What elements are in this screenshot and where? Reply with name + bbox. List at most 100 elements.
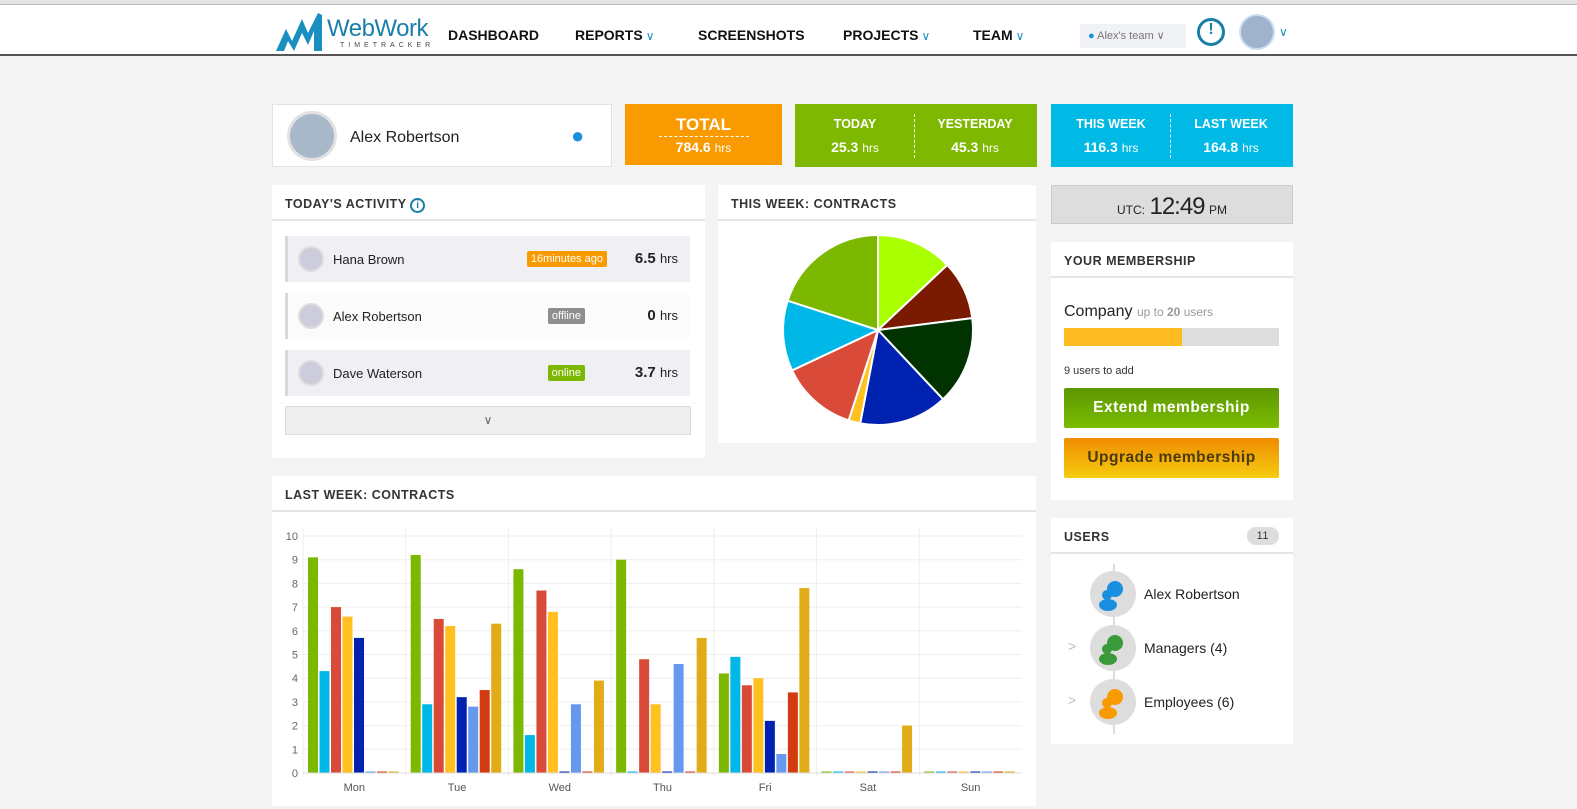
- bar[interactable]: [319, 671, 330, 773]
- membership-progress: [1064, 328, 1279, 346]
- bar[interactable]: [741, 685, 752, 773]
- bar[interactable]: [696, 637, 707, 773]
- unit: hrs: [982, 141, 999, 155]
- extend-membership-button[interactable]: Extend membership: [1064, 388, 1279, 428]
- bar[interactable]: [410, 554, 421, 773]
- hours-unit: hrs: [659, 251, 678, 266]
- yesterday-label: YESTERDAY: [937, 117, 1013, 131]
- y-tick-label: 1: [292, 744, 298, 756]
- bar[interactable]: [433, 618, 444, 773]
- nav-projects[interactable]: PROJECTS ∨: [843, 27, 930, 43]
- limit-pre: up to: [1136, 305, 1164, 319]
- bar[interactable]: [308, 557, 318, 773]
- limit-post: users: [1183, 305, 1214, 319]
- logo-subtitle: TIMETRACKER: [340, 42, 435, 49]
- panel-header: THIS WEEK: CONTRACTS: [718, 185, 1036, 221]
- hours: 0 hrs: [608, 307, 678, 324]
- bar[interactable]: [468, 706, 479, 773]
- bar[interactable]: [639, 659, 650, 773]
- nav-reports[interactable]: REPORTS ∨: [575, 27, 654, 43]
- bar[interactable]: [570, 704, 581, 773]
- y-tick-label: 6: [292, 626, 298, 638]
- bar[interactable]: [524, 735, 535, 773]
- team-selector[interactable]: ● Alex's team ∨: [1080, 24, 1186, 48]
- panel-title: TODAY'S ACTIVITY: [285, 197, 407, 211]
- y-tick-label: 8: [292, 578, 298, 590]
- profile-avatar: [287, 111, 337, 161]
- users-tree-item[interactable]: > Employees (6): [1068, 679, 1290, 725]
- bar[interactable]: [650, 704, 661, 773]
- today-yesterday-card: TODAY 25.3 hrs YESTERDAY 45.3 hrs: [795, 104, 1037, 167]
- bar[interactable]: [331, 607, 341, 773]
- unit: hrs: [714, 141, 732, 155]
- bar[interactable]: [593, 680, 604, 773]
- bar[interactable]: [673, 663, 684, 773]
- bar[interactable]: [445, 626, 456, 773]
- expand-activity-button[interactable]: ∨: [285, 406, 691, 435]
- info-icon[interactable]: i: [410, 198, 426, 213]
- logo-text[interactable]: WebWork: [327, 15, 428, 43]
- users-to-add: 9 users to add: [1064, 365, 1134, 377]
- activity-row[interactable]: Alex Robertson offline 0 hrs: [285, 293, 690, 339]
- users-count-badge: 11: [1246, 527, 1279, 545]
- today-label: TODAY: [833, 117, 877, 131]
- utc-clock: UTC: 12:49 PM: [1051, 185, 1293, 224]
- total-value: 784.6: [675, 139, 711, 155]
- users-tree-item[interactable]: Alex Robertson: [1090, 571, 1290, 617]
- clock-prefix: UTC:: [1117, 203, 1146, 217]
- last-week-label: LAST WEEK: [1194, 117, 1268, 131]
- chevron-right-icon[interactable]: >: [1068, 638, 1076, 654]
- bar[interactable]: [776, 754, 787, 773]
- plan-name: Company: [1064, 303, 1133, 320]
- user-avatar[interactable]: [1239, 14, 1275, 50]
- this-week-label: THIS WEEK: [1076, 117, 1146, 131]
- activity-row[interactable]: Dave Waterson online 3.7 hrs: [285, 350, 690, 396]
- y-tick-label: 4: [292, 673, 298, 685]
- bar[interactable]: [354, 637, 364, 773]
- panel-header: USERS 11: [1051, 518, 1293, 554]
- alert-icon[interactable]: !: [1197, 18, 1225, 46]
- users-tree-item[interactable]: > Managers (4): [1068, 625, 1290, 671]
- bar[interactable]: [422, 704, 433, 773]
- bar[interactable]: [799, 588, 810, 773]
- y-tick-label: 10: [286, 531, 298, 543]
- bar[interactable]: [513, 569, 524, 773]
- nav-label: DASHBOARD: [448, 27, 539, 43]
- limit-value: 20: [1166, 305, 1181, 319]
- bar[interactable]: [491, 623, 502, 773]
- x-tick-label: Sun: [961, 782, 981, 794]
- hours: 6.5 hrs: [608, 250, 678, 267]
- logo-icon: [276, 13, 322, 51]
- upgrade-membership-button[interactable]: Upgrade membership: [1064, 438, 1279, 478]
- nav-team[interactable]: TEAM ∨: [973, 27, 1024, 43]
- bar[interactable]: [479, 690, 490, 773]
- bar[interactable]: [730, 656, 741, 773]
- bar[interactable]: [547, 611, 558, 773]
- bar[interactable]: [616, 559, 627, 773]
- chevron-right-icon[interactable]: >: [1068, 692, 1076, 708]
- user-avatar: [298, 246, 324, 272]
- x-tick-label: Wed: [549, 782, 571, 794]
- nav-screenshots[interactable]: SCREENSHOTS: [698, 27, 805, 43]
- hours-value: 3.7: [634, 364, 656, 381]
- user-group-icon: [1090, 571, 1136, 617]
- bar[interactable]: [536, 590, 547, 773]
- nav-label: TEAM: [973, 27, 1013, 43]
- today-value: 25.3: [831, 139, 859, 155]
- x-tick-label: Tue: [448, 782, 467, 794]
- user-name: Dave Waterson: [333, 366, 423, 381]
- bar[interactable]: [456, 697, 467, 773]
- bar[interactable]: [787, 692, 798, 773]
- nav-dashboard[interactable]: DASHBOARD: [448, 27, 539, 43]
- user-avatar: [298, 360, 324, 386]
- user-name: Hana Brown: [333, 252, 405, 267]
- users-item-label: Employees (6): [1144, 694, 1235, 710]
- chevron-down-icon[interactable]: ∨: [1279, 25, 1288, 39]
- bar[interactable]: [342, 616, 353, 773]
- bar[interactable]: [753, 678, 764, 773]
- activity-row[interactable]: Hana Brown 16minutes ago 6.5 hrs: [285, 236, 690, 282]
- bar[interactable]: [764, 720, 775, 773]
- bar[interactable]: [718, 673, 729, 773]
- membership-plan: Company up to 20 users: [1064, 303, 1213, 321]
- bar[interactable]: [902, 725, 913, 773]
